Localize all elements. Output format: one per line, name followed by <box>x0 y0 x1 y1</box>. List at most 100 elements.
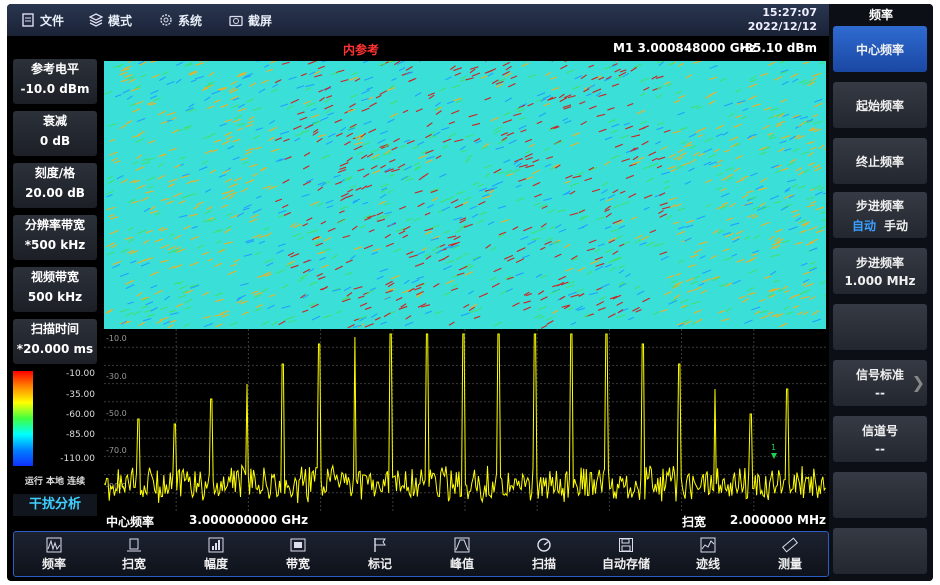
trace-icon <box>700 537 716 552</box>
step-freq-mode-key[interactable]: 步进频率 自动 手动 <box>833 192 927 238</box>
colorbar-tick: -35.00 <box>65 390 95 400</box>
vbw-label: 视频带宽 <box>30 270 79 284</box>
scale-box[interactable]: 刻度/格 20.00 dB <box>13 163 97 208</box>
file-menu[interactable]: 文件 <box>21 11 64 29</box>
amplitude-icon <box>208 537 224 552</box>
menu-frequency-label: 频率 <box>41 556 66 571</box>
graph-header: 内参考 M1 3.000848000 GHz -85.10 dBm <box>103 38 825 58</box>
step-manual-option: 手动 <box>884 218 909 233</box>
frequency-icon <box>46 537 62 552</box>
step-freq-value-key[interactable]: 步进频率 1.000 MHz <box>833 248 927 294</box>
bandwidth-icon <box>290 538 306 551</box>
menu-autosave[interactable]: 自动存储 <box>591 534 661 574</box>
menu-frequency[interactable]: 频率 <box>19 534 89 574</box>
ref-level-label: 参考电平 <box>30 62 79 76</box>
chevron-right-icon: ❯ <box>911 373 925 392</box>
atten-label: 衰减 <box>42 114 67 128</box>
save-icon <box>619 537 633 552</box>
instrument-screen: 文件 模式 系统 截屏 15:27:07 2022/12/12 内参考 M1 3… <box>7 4 933 581</box>
ruler-icon <box>782 536 798 553</box>
marker-readout: M1 3.000848000 GHz <box>613 41 757 55</box>
channel-number-label: 信道号 <box>861 424 898 438</box>
stop-freq-key[interactable]: 终止频率 <box>833 138 927 184</box>
center-freq-key[interactable]: 中心频率 <box>833 26 927 72</box>
sweep-time-value: *20.000 ms <box>16 342 94 356</box>
blank-key-2[interactable] <box>833 472 927 518</box>
start-freq-key[interactable]: 起始频率 <box>833 82 927 128</box>
atten-value: 0 dB <box>39 134 71 148</box>
center-freq-key-label: 中心频率 <box>855 42 904 57</box>
ref-level-value: -10.0 dBm <box>20 82 90 96</box>
color-scale-bar <box>13 371 33 466</box>
gear-icon <box>160 14 172 26</box>
y-tick-label: -70.0 <box>106 446 127 455</box>
y-tick-label: -30.0 <box>106 372 127 381</box>
spectrum-display[interactable]: -10.0-30.0-50.0-70.0-90.01 <box>104 329 826 511</box>
camera-icon <box>229 15 243 27</box>
menu-marker[interactable]: 标记 <box>345 534 415 574</box>
reference-label: 内参考 <box>343 43 380 57</box>
blank-key-3[interactable] <box>833 528 927 574</box>
sweep-time-box[interactable]: 扫描时间 *20.000 ms <box>13 319 97 364</box>
step-auto-option: 自动 <box>851 218 876 233</box>
vbw-value: 500 kHz <box>27 290 83 304</box>
channel-number-key[interactable]: 信道号 -- <box>833 416 927 462</box>
atten-box[interactable]: 衰减 0 dB <box>13 111 97 156</box>
stop-freq-key-label: 终止频率 <box>855 154 904 169</box>
menu-amplitude[interactable]: 幅度 <box>181 534 251 574</box>
mode-indicator[interactable]: 干扰分析 <box>13 494 97 516</box>
channel-number-value: -- <box>875 442 885 456</box>
sweep-icon <box>537 537 551 552</box>
waterfall-background <box>104 61 826 329</box>
blank-key[interactable] <box>833 304 927 350</box>
colorbar-tick: -60.00 <box>65 410 95 420</box>
system-menu[interactable]: 系统 <box>159 11 202 29</box>
colorbar-tick: -85.00 <box>65 430 95 440</box>
rbw-value: *500 kHz <box>24 238 86 252</box>
mode-menu[interactable]: 模式 <box>89 11 132 29</box>
menu-sweep[interactable]: 扫描 <box>509 534 579 574</box>
waterfall-display[interactable] <box>104 61 826 329</box>
step-freq2-label: 步进频率 <box>855 256 904 270</box>
menu-marker-label: 标记 <box>367 556 392 571</box>
layers-icon <box>89 13 103 27</box>
ref-level-box[interactable]: 参考电平 -10.0 dBm <box>13 59 97 104</box>
step-freq-value: 1.000 MHz <box>844 274 916 288</box>
y-tick-label: -50.0 <box>106 409 127 418</box>
marker-level: -85.10 dBm <box>739 41 817 55</box>
clock: 15:27:07 2022/12/12 <box>748 6 817 34</box>
file-label: 文件 <box>40 13 65 28</box>
panel-title: 频率 <box>868 8 893 22</box>
colorbar-tick: -10.00 <box>65 369 95 379</box>
span-icon <box>127 538 141 551</box>
screenshot-menu[interactable]: 截屏 <box>229 11 272 29</box>
system-label: 系统 <box>178 13 203 28</box>
menu-peak[interactable]: 峰值 <box>427 534 497 574</box>
menu-sweep-label: 扫描 <box>531 556 556 571</box>
menu-measure[interactable]: 测量 <box>755 534 825 574</box>
sweep-time-label: 扫描时间 <box>30 322 79 336</box>
vbw-box[interactable]: 视频带宽 500 kHz <box>13 267 97 312</box>
menu-trace[interactable]: 迹线 <box>673 534 743 574</box>
scale-label: 刻度/格 <box>34 166 76 180</box>
menu-bandwidth[interactable]: 带宽 <box>263 534 333 574</box>
signal-standard-key[interactable]: 信号标准 -- ❯ <box>833 360 927 406</box>
menu-autosave-label: 自动存储 <box>601 556 650 571</box>
rbw-box[interactable]: 分辨率带宽 *500 kHz <box>13 215 97 260</box>
date-text: 2022/12/12 <box>747 20 817 33</box>
bottom-menu-bar: 频率 扫宽 幅度 带宽 标记 峰值 扫描 自动存储 迹线 测量 <box>13 531 829 577</box>
scale-value: 20.00 dB <box>25 186 85 200</box>
menu-span-label: 扫宽 <box>121 556 146 571</box>
start-freq-key-label: 起始频率 <box>855 98 904 113</box>
span-label: 扫宽 <box>682 515 707 529</box>
screenshot-label: 截屏 <box>248 13 273 28</box>
signal-standard-value: -- <box>875 386 885 400</box>
center-freq-label: 中心频率 <box>106 515 155 529</box>
marker-number: 1 <box>771 443 776 452</box>
menu-bandwidth-label: 带宽 <box>285 556 310 571</box>
run-status: 运行 本地 连续 <box>24 477 86 487</box>
graph-footer: 中心频率 3.000000000 GHz 扫宽 2.000000 MHz <box>104 511 826 529</box>
file-icon <box>22 13 34 27</box>
mode-label: 模式 <box>108 13 133 28</box>
menu-span[interactable]: 扫宽 <box>99 534 169 574</box>
